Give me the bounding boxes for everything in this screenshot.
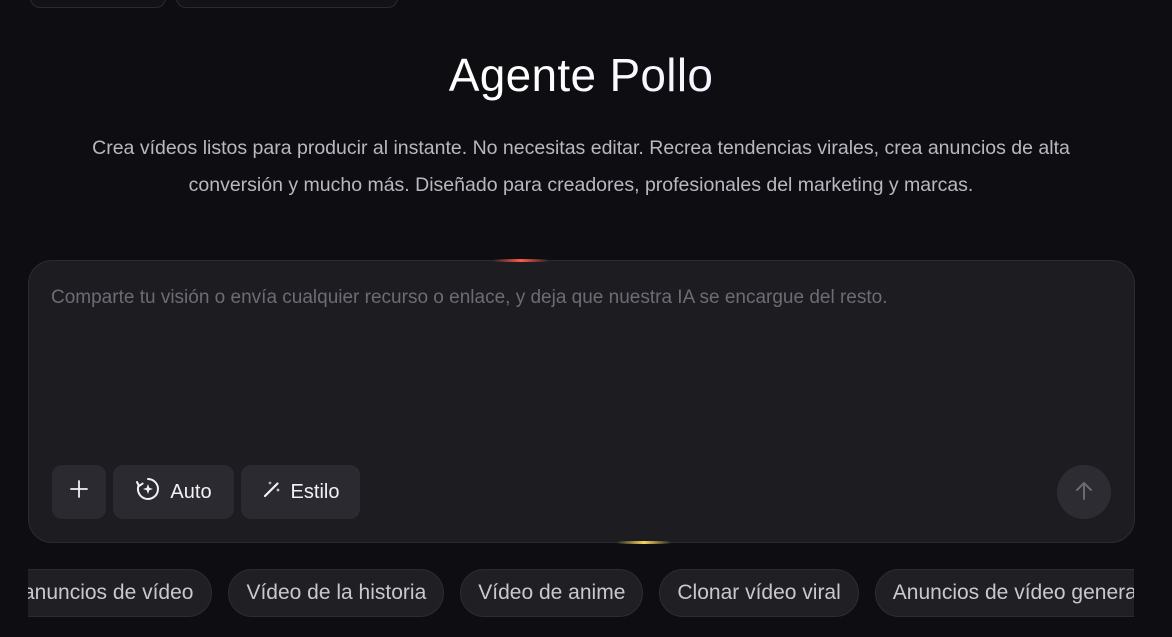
arrow-up-icon [1074,480,1094,505]
top-tabs [30,0,398,8]
prompt-input[interactable] [51,287,1111,437]
composer-toolbar: Auto Estilo [52,465,360,519]
plus-icon [69,479,89,505]
add-attachment-button[interactable] [52,465,106,519]
composer-glow-top [493,259,549,262]
send-button[interactable] [1057,465,1111,519]
auto-target-icon [135,476,161,508]
top-tab[interactable] [176,0,398,8]
suggestion-chip[interactable]: Clonar vídeo viral [659,569,859,617]
composer-glow-bottom [617,541,671,544]
top-tab[interactable] [30,0,166,8]
suggestion-chip[interactable]: anuncios de vídeo [28,569,213,617]
auto-mode-label: Auto [170,480,212,503]
suggestion-chip[interactable]: Vídeo de anime [460,569,644,617]
magic-wand-icon [262,479,282,505]
suggestion-chip[interactable]: Anuncios de vídeo generativos [874,569,1134,617]
style-label: Estilo [290,480,340,503]
page-title: Agente Pollo [0,48,1162,102]
suggestion-chips: anuncios de vídeo Vídeo de la historia V… [28,569,1134,619]
prompt-composer: Auto Estilo [28,259,1135,544]
style-button[interactable]: Estilo [241,465,360,519]
subtitle-line: Crea vídeos listos para producir al inst… [92,137,1070,159]
auto-mode-button[interactable]: Auto [113,465,234,519]
suggestion-chip[interactable]: Vídeo de la historia [228,569,445,617]
subtitle-line: conversión y mucho más. Diseñado para cr… [188,174,974,196]
page-subtitle: Crea vídeos listos para producir al inst… [20,130,1142,204]
